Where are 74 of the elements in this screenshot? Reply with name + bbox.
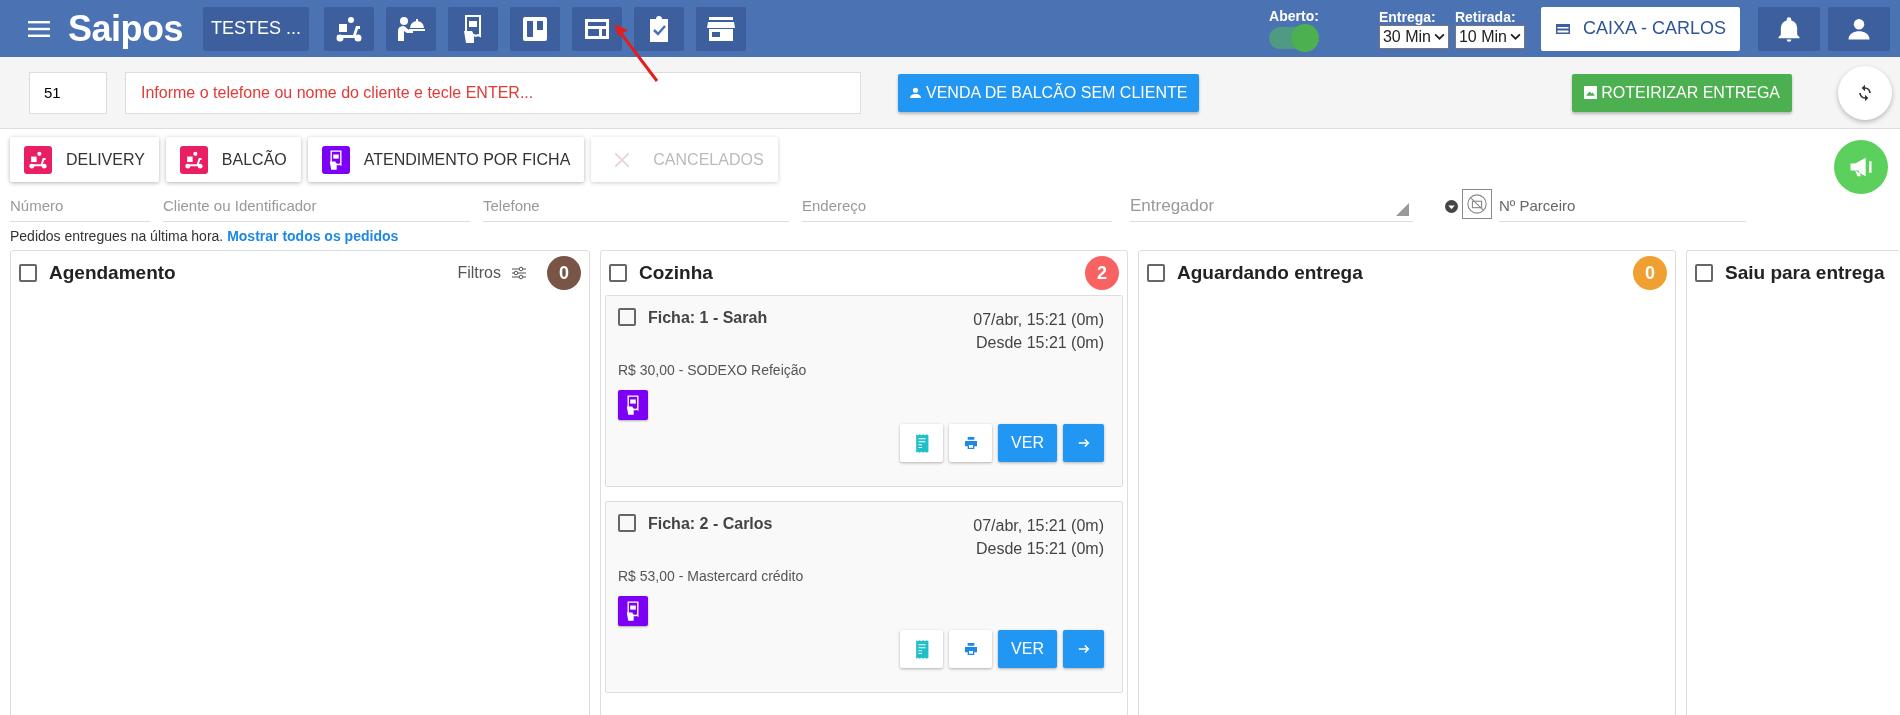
notifications-button[interactable] — [1758, 6, 1820, 51]
printer-icon — [962, 641, 979, 657]
time-select[interactable]: 30 Min — [1378, 24, 1449, 49]
card-icon — [1554, 22, 1571, 35]
order-card[interactable]: Ficha: 1 - Sarah 07/abr, 15:21 (0m) Desde 15:21 (0m) R$ 30,00 - SODEXO Refeição VER — [605, 295, 1123, 487]
order-since: Desde 15:21 (0m) — [975, 539, 1104, 559]
column-title: Aguardando entrega — [1177, 262, 1363, 284]
cashier-button[interactable]: CAIXA - CARLOS — [1540, 6, 1740, 51]
order-date: 07/abr, 15:21 (0m) — [973, 310, 1104, 330]
print-button[interactable] — [949, 630, 992, 668]
payment-text: R$ 53,00 - Mastercard crédito — [618, 568, 805, 584]
corner-triangle-icon — [1396, 203, 1409, 216]
show-all-link[interactable]: Mostrar todos os pedidos — [227, 228, 399, 244]
receipt-icon — [914, 433, 929, 453]
order-since: Desde 15:21 (0m) — [975, 333, 1104, 353]
panel-button[interactable] — [572, 6, 623, 51]
column-title: Cozinha — [639, 262, 713, 284]
map-icon — [1584, 86, 1598, 99]
logo[interactable]: Saipos — [68, 7, 184, 50]
channel-tab[interactable]: DELIVERY — [10, 137, 159, 182]
order-title: Ficha: 1 - Sarah — [648, 309, 768, 327]
user-icon — [910, 87, 921, 98]
column-checkbox[interactable] — [609, 264, 627, 282]
filter-field[interactable]: Telefone — [483, 190, 789, 222]
chevron-down-icon — [1433, 33, 1445, 40]
filter-field[interactable]: Cliente ou Identificador — [163, 190, 470, 222]
store-icon-button[interactable] — [696, 6, 747, 51]
dropdown-icon[interactable] — [1445, 200, 1458, 213]
count-badge: 0 — [1633, 256, 1667, 290]
ticket-icon — [618, 596, 648, 626]
partner-field[interactable]: Nº Parceiro — [1499, 190, 1746, 222]
courier-select[interactable]: Entregador — [1130, 190, 1413, 222]
column-title: Agendamento — [49, 262, 176, 284]
chevron-down-icon — [1509, 33, 1521, 40]
ticket-icon — [618, 390, 648, 420]
arrow-right-icon — [1076, 436, 1091, 450]
sliders-icon — [511, 265, 527, 281]
open-label: Aberto: — [1269, 8, 1319, 24]
filter-field[interactable]: Endereço — [802, 190, 1112, 222]
menu-icon[interactable] — [28, 20, 50, 37]
store-button[interactable]: TESTES ... — [203, 6, 310, 51]
order-title: Ficha: 2 - Carlos — [648, 515, 773, 533]
count-badge: 2 — [1085, 256, 1119, 290]
waiter-button[interactable] — [386, 6, 437, 51]
order-checkbox[interactable] — [618, 514, 636, 532]
arrow-right-icon — [1076, 642, 1091, 656]
scooter-button[interactable] — [324, 6, 375, 51]
ticket-button[interactable] — [448, 6, 499, 51]
count-badge: 0 — [547, 256, 581, 290]
receipt-icon — [914, 639, 929, 659]
column-checkbox[interactable] — [1147, 264, 1165, 282]
time-select[interactable]: 10 Min — [1454, 24, 1525, 49]
open-toggle[interactable] — [1269, 27, 1318, 49]
order-date: 07/abr, 15:21 (0m) — [973, 516, 1104, 536]
board-button[interactable] — [510, 6, 561, 51]
printer-icon — [962, 435, 979, 451]
order-card[interactable]: Ficha: 2 - Carlos 07/abr, 15:21 (0m) Desde 15:21 (0m) R$ 53,00 - Mastercard crédito VER — [605, 501, 1123, 693]
number-field[interactable]: 51 — [29, 71, 107, 114]
select-label: Entrega: — [1378, 8, 1437, 25]
column-title: Saiu para entrega — [1725, 262, 1885, 284]
customer-search-field[interactable]: Informe o telefone ou nome do cliente e tecle ENTER... — [125, 71, 861, 114]
order-checkbox[interactable] — [618, 308, 636, 326]
user-button[interactable] — [1828, 6, 1890, 51]
column-checkbox[interactable] — [19, 264, 37, 282]
print-button[interactable] — [949, 424, 992, 462]
column-checkbox[interactable] — [1695, 264, 1713, 282]
select-label: Retirada: — [1454, 8, 1517, 25]
filters-button[interactable]: Filtros — [451, 263, 533, 283]
notice-text: Pedidos entregues na última hora. Mostrar todos os pedidos — [10, 228, 400, 244]
channel-tab[interactable]: BALCÃO — [165, 137, 301, 182]
clipboard-button[interactable] — [634, 6, 685, 51]
channel-tab[interactable]: ATENDIMENTO POR FICHA — [307, 137, 585, 182]
filter-field[interactable]: Número — [10, 190, 150, 222]
payment-text: R$ 30,00 - SODEXO Refeição — [618, 362, 808, 378]
